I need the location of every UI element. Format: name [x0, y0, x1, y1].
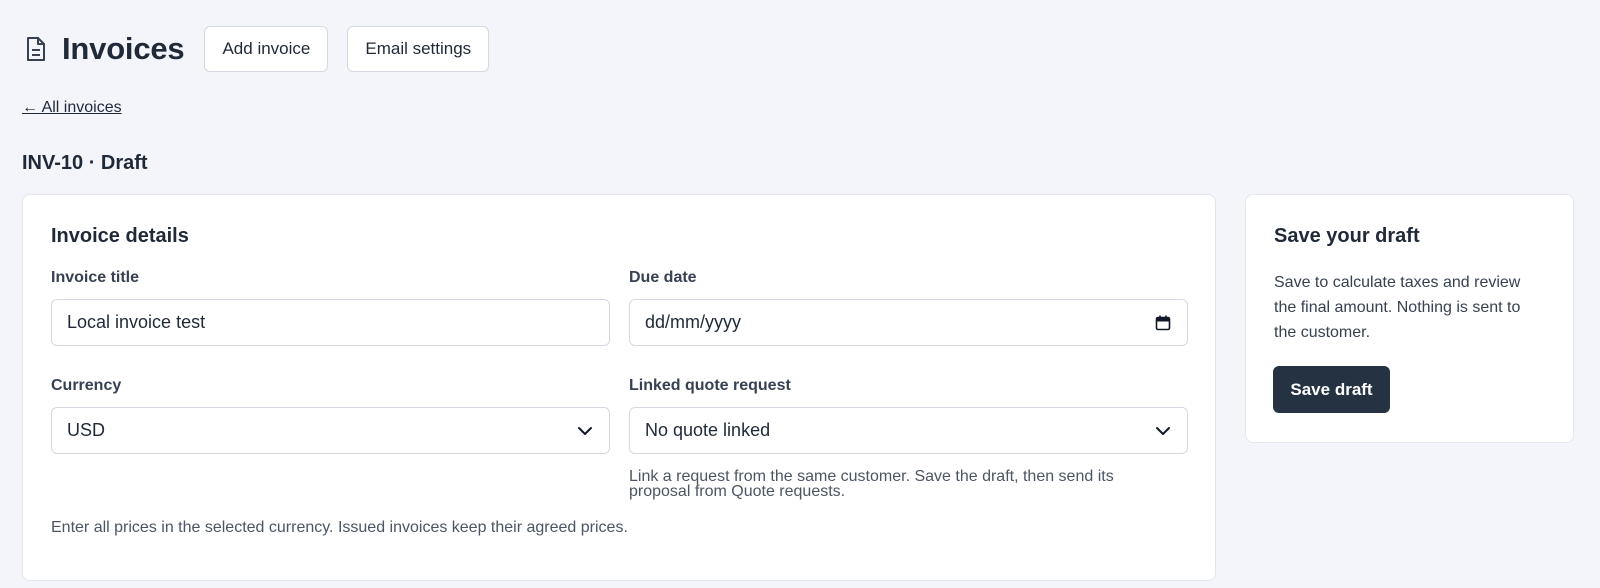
save-draft-description: Save to calculate taxes and review the f…: [1274, 274, 1521, 341]
invoice-details-heading: Invoice details: [51, 225, 189, 247]
all-invoices-link[interactable]: ← All invoices: [22, 99, 122, 117]
linked-quote-help-text: Link a request from the same customer. S…: [629, 468, 1114, 500]
currency-select[interactable]: USD: [51, 407, 610, 454]
save-draft-heading: Save your draft: [1274, 225, 1420, 247]
due-date-input[interactable]: dd/mm/yyyy: [629, 299, 1188, 346]
chevron-down-icon: [576, 422, 594, 440]
chevron-down-icon: [1154, 422, 1172, 440]
invoice-title-input[interactable]: Local invoice test: [51, 299, 610, 346]
page-header: Invoices Add invoice Email settings: [22, 26, 508, 72]
due-date-label: Due date: [629, 269, 697, 286]
document-icon: [22, 35, 50, 63]
save-draft-card: Save your draft Save to calculate taxes …: [1245, 194, 1574, 443]
linked-quote-label: Linked quote request: [629, 377, 791, 394]
invoice-details-card: Invoice details Invoice title Local invo…: [22, 194, 1216, 581]
currency-help-text: Enter all prices in the selected currenc…: [51, 519, 628, 536]
currency-label: Currency: [51, 377, 122, 394]
currency-value: USD: [67, 420, 106, 440]
linked-quote-value: No quote linked: [645, 420, 771, 440]
invoice-title-label: Invoice title: [51, 269, 140, 286]
calendar-icon[interactable]: [1154, 314, 1172, 332]
due-date-placeholder: dd/mm/yyyy: [645, 312, 742, 332]
invoice-title-value: Local invoice test: [67, 312, 206, 332]
add-invoice-button[interactable]: Add invoice: [204, 26, 329, 72]
linked-quote-select[interactable]: No quote linked: [629, 407, 1188, 454]
save-draft-button[interactable]: Save draft: [1273, 366, 1390, 413]
invoice-record-title: INV-10 · Draft: [22, 152, 148, 174]
page-title: Invoices: [62, 31, 185, 66]
email-settings-button[interactable]: Email settings: [347, 26, 490, 72]
